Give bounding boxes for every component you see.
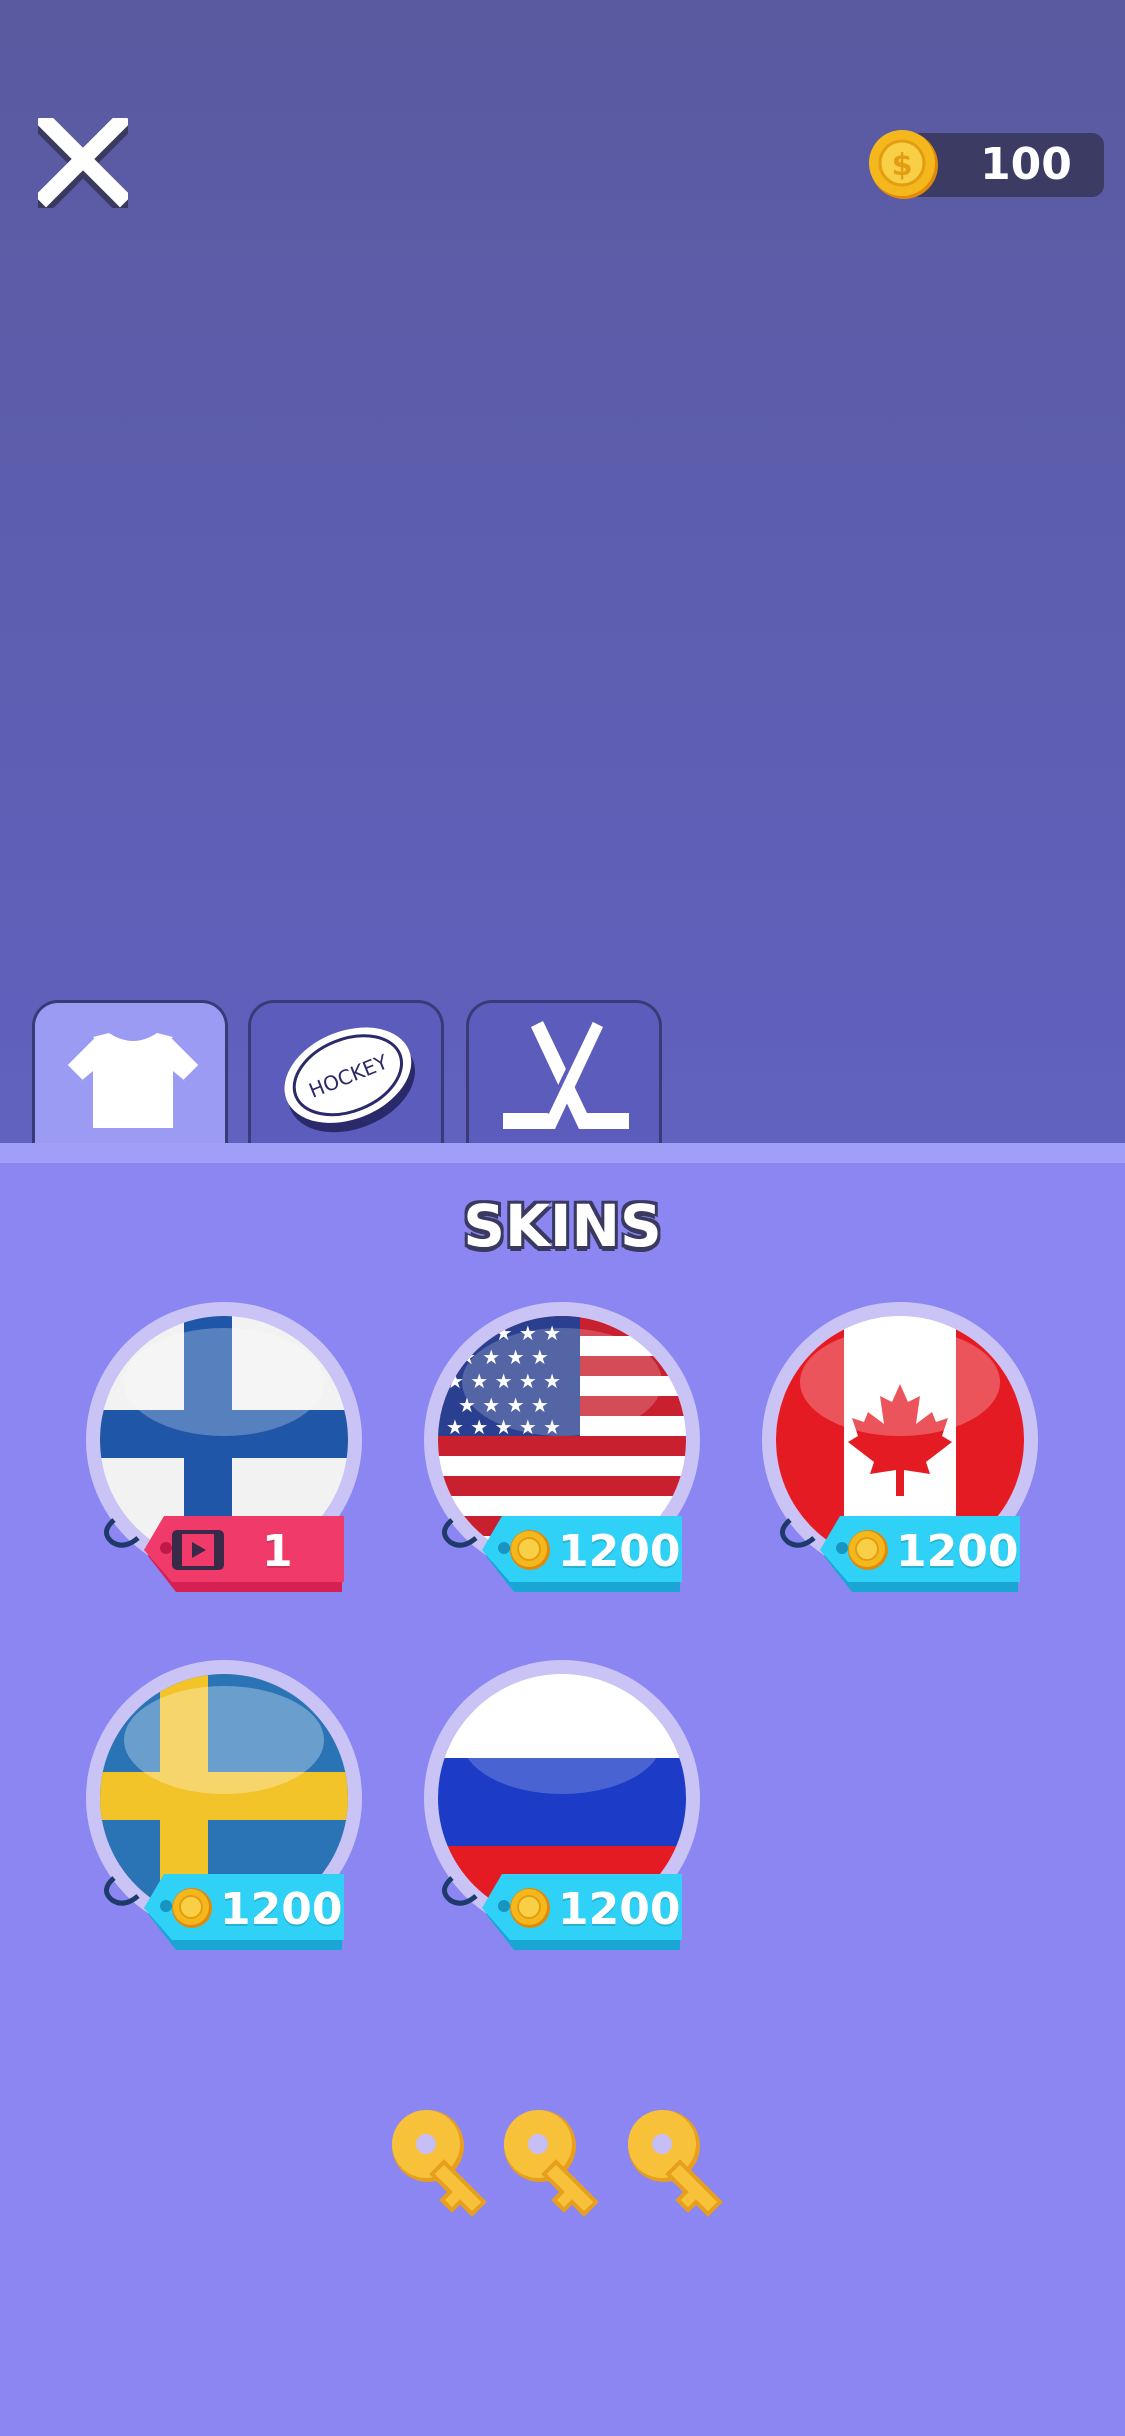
keys-row	[392, 2110, 723, 2217]
tab-sticks[interactable]	[466, 1000, 662, 1145]
skin-sweden[interactable]: 1200	[72, 1650, 372, 1950]
skin-usa[interactable]: ★ ★ ★ ★ ★ ★ ★ ★ ★ ★ ★ ★ ★ ★ ★ ★ ★ ★ ★ ★ …	[410, 1292, 710, 1592]
skin-price: 1200	[220, 1884, 343, 1935]
close-button[interactable]	[30, 110, 136, 216]
key-icon	[392, 2110, 487, 2217]
skin-price: 1200	[558, 1526, 681, 1577]
key-icon	[504, 2110, 599, 2217]
coin-count: 100	[980, 139, 1072, 190]
tshirt-icon	[62, 1033, 204, 1128]
svg-text:$: $	[892, 148, 913, 183]
coin-icon: $	[869, 130, 938, 199]
key-icon	[628, 2110, 723, 2217]
hockey-puck-icon: HOCKEY	[284, 1027, 415, 1133]
skin-canada[interactable]: 1200	[748, 1292, 1048, 1592]
coin-counter: $ 100	[868, 128, 1104, 202]
panel-top-border	[0, 1143, 1125, 1163]
tab-shirts[interactable]	[32, 1000, 228, 1145]
keys-counter	[380, 2100, 750, 2230]
skin-russia[interactable]: 1200	[410, 1650, 710, 1950]
close-x-icon	[30, 110, 136, 216]
skin-price: 1	[262, 1526, 293, 1577]
hockey-sticks-icon	[503, 1020, 629, 1129]
video-icon	[172, 1530, 224, 1570]
skin-price: 1200	[558, 1884, 681, 1935]
skin-price: 1200	[896, 1526, 1019, 1577]
panel-title: SKINS	[463, 1192, 662, 1260]
skin-finland[interactable]: 1	[72, 1292, 372, 1592]
tab-pucks[interactable]: HOCKEY	[248, 1000, 444, 1145]
